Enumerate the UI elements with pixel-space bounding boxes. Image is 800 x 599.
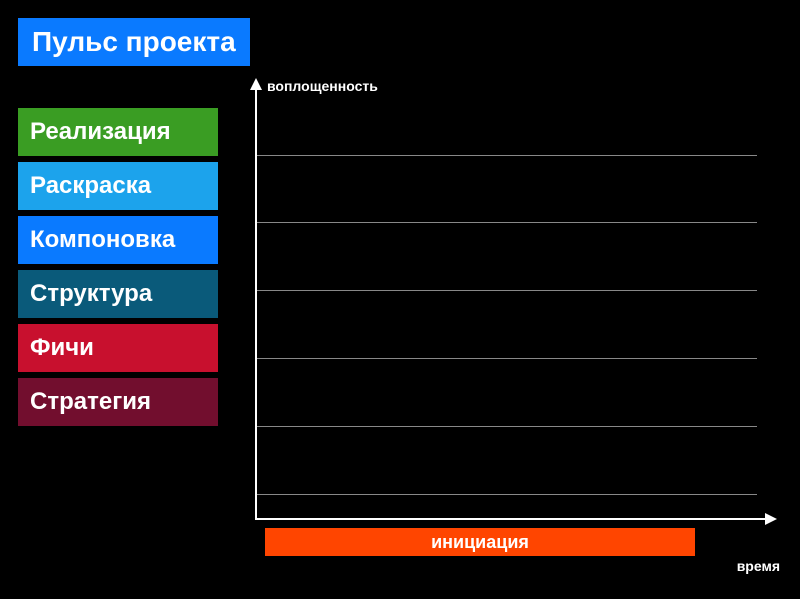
y-axis-label: воплощенность [267,78,378,94]
title-text: Пульс проекта [32,26,236,57]
gridline [257,222,757,223]
init-bar-label: инициация [431,532,529,553]
chart-area: воплощенность время инициация [255,80,775,520]
init-bar: инициация [265,528,695,556]
stage-box: Реализация [18,108,218,156]
stage-box: Компоновка [18,216,218,264]
stage-box: Фичи [18,324,218,372]
stages-list: Реализация Раскраска Компоновка Структура Фи… [18,108,218,426]
stage-box: Раскраска [18,162,218,210]
x-axis [255,518,775,520]
stage-box: Структура [18,270,218,318]
stage-box: Стратегия [18,378,218,426]
gridline [257,290,757,291]
gridline [257,426,757,427]
gridline [257,358,757,359]
title-box: Пульс проекта [18,18,250,66]
y-axis [255,80,257,520]
gridline [257,155,757,156]
x-axis-label: время [737,558,780,574]
gridline [257,494,757,495]
